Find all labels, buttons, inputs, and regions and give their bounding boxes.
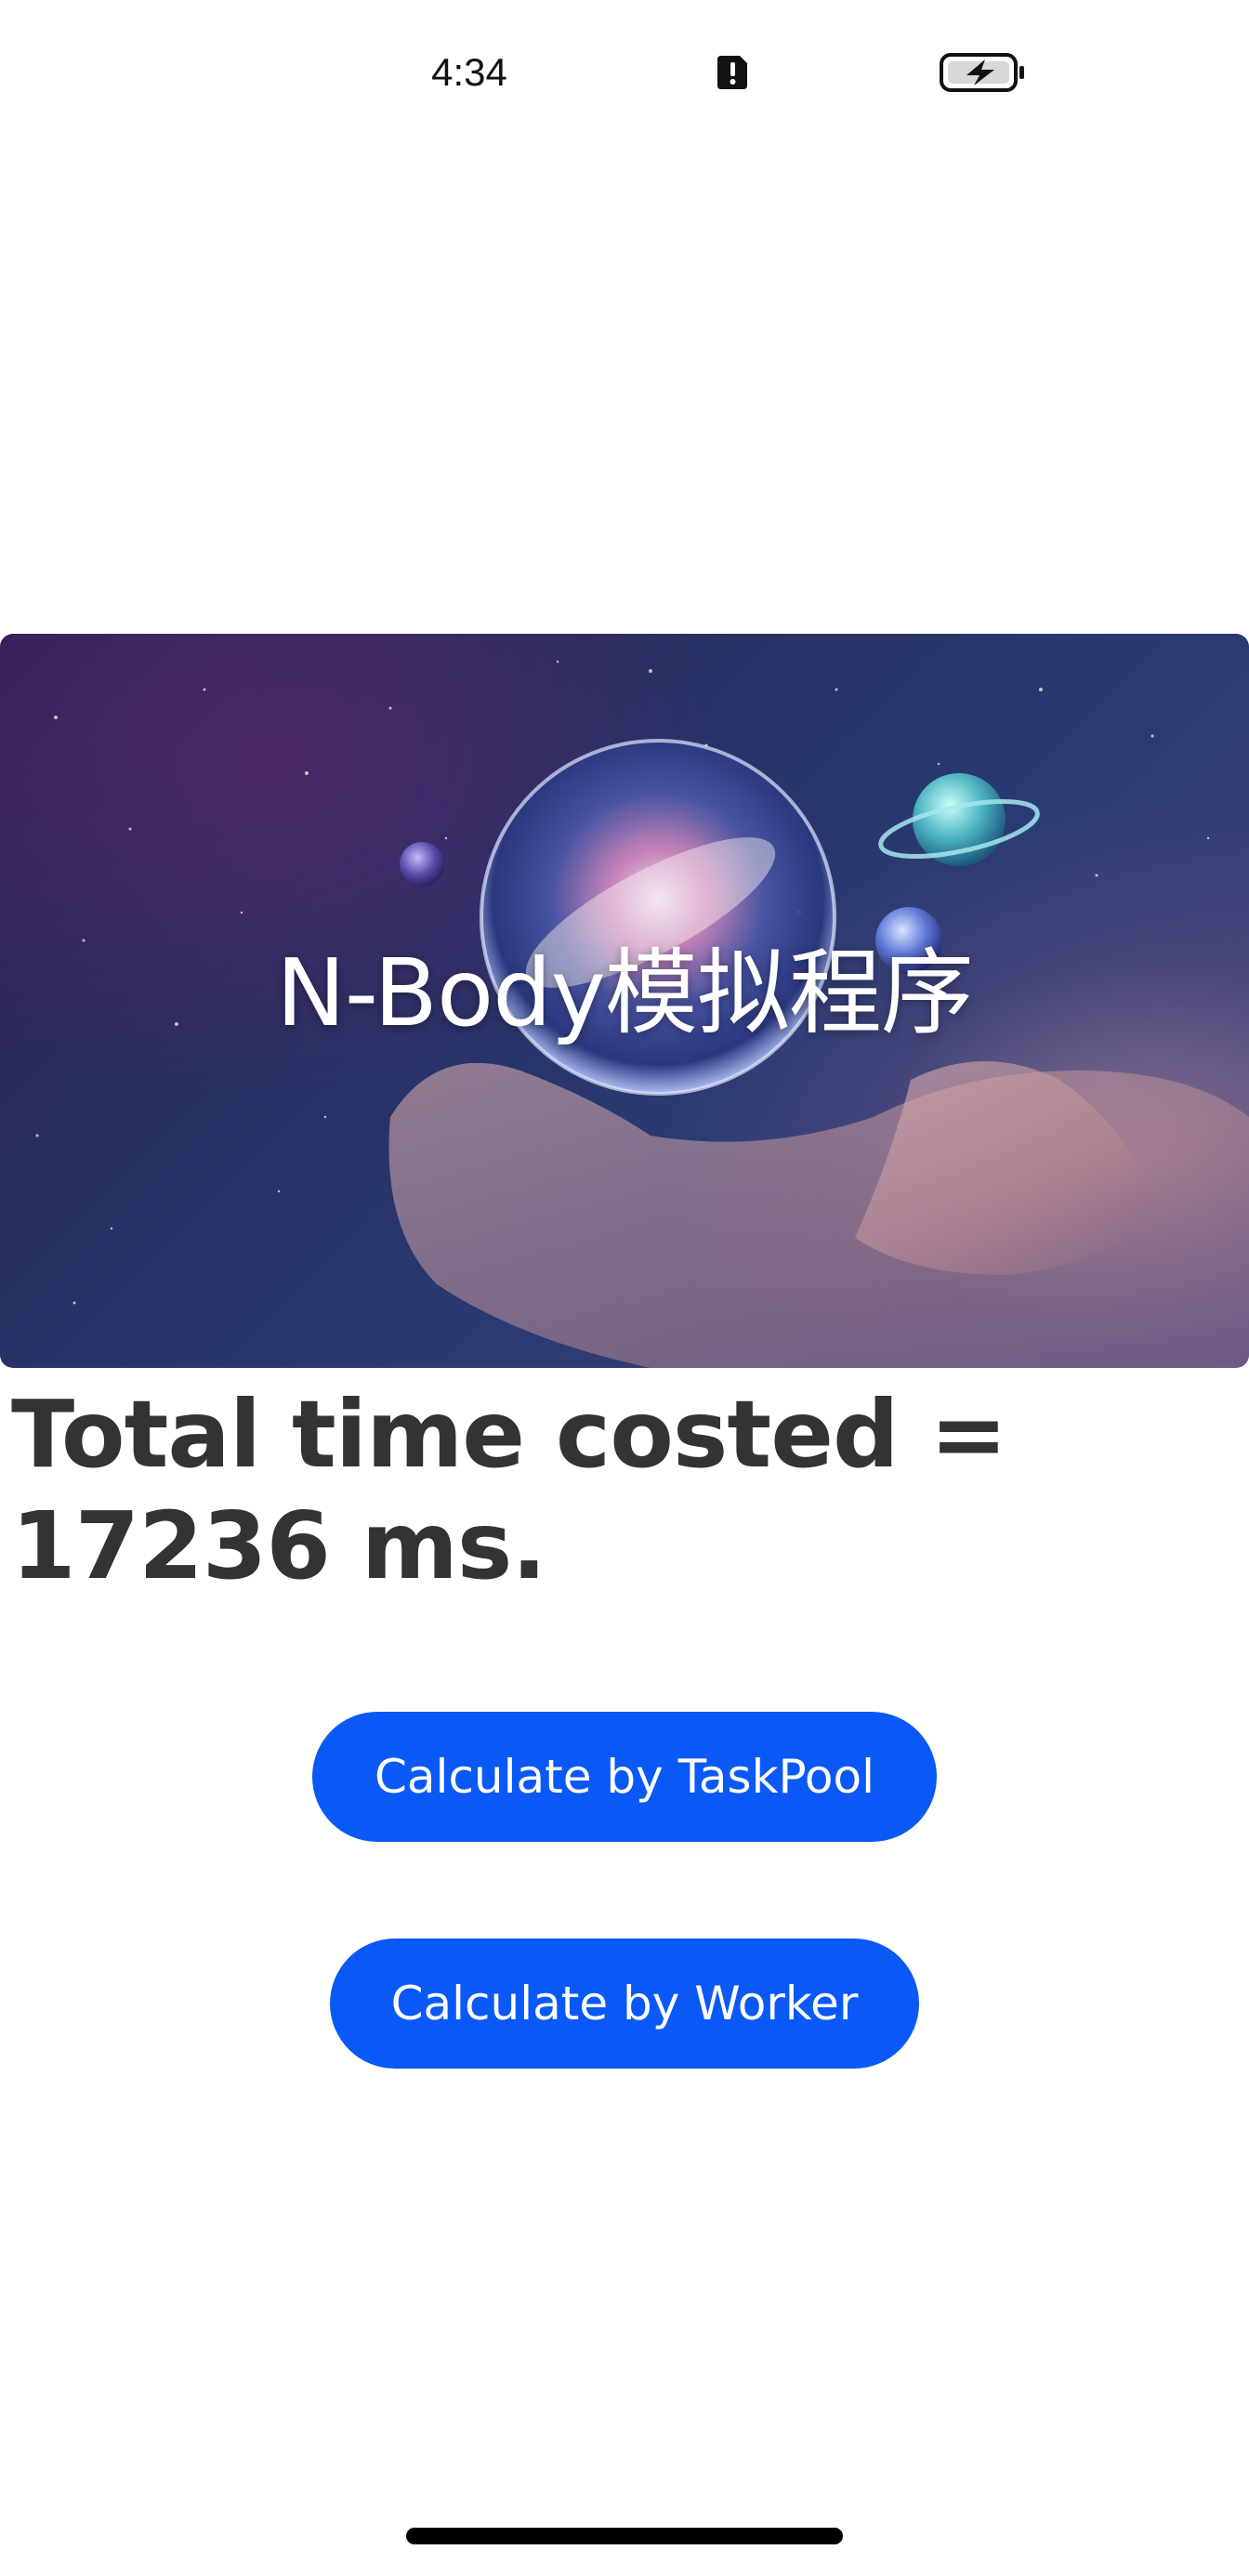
- status-time: 4:34: [431, 50, 507, 94]
- home-indicator[interactable]: [406, 2528, 843, 2544]
- battery-charging-icon: [940, 53, 1024, 92]
- calculate-by-worker-button[interactable]: Calculate by Worker: [330, 1939, 919, 2069]
- banner-image: N-Body模拟程序: [0, 634, 1249, 1368]
- app-screen: 4:34 N-Body模拟程序 Total time costed = 1723…: [0, 0, 1249, 2576]
- banner-title: N-Body模拟程序: [276, 939, 974, 1047]
- alert-icon: [717, 56, 747, 89]
- calculate-by-taskpool-button[interactable]: Calculate by TaskPool: [312, 1712, 937, 1842]
- total-time-text: Total time costed = 17236 ms.: [11, 1380, 1007, 1600]
